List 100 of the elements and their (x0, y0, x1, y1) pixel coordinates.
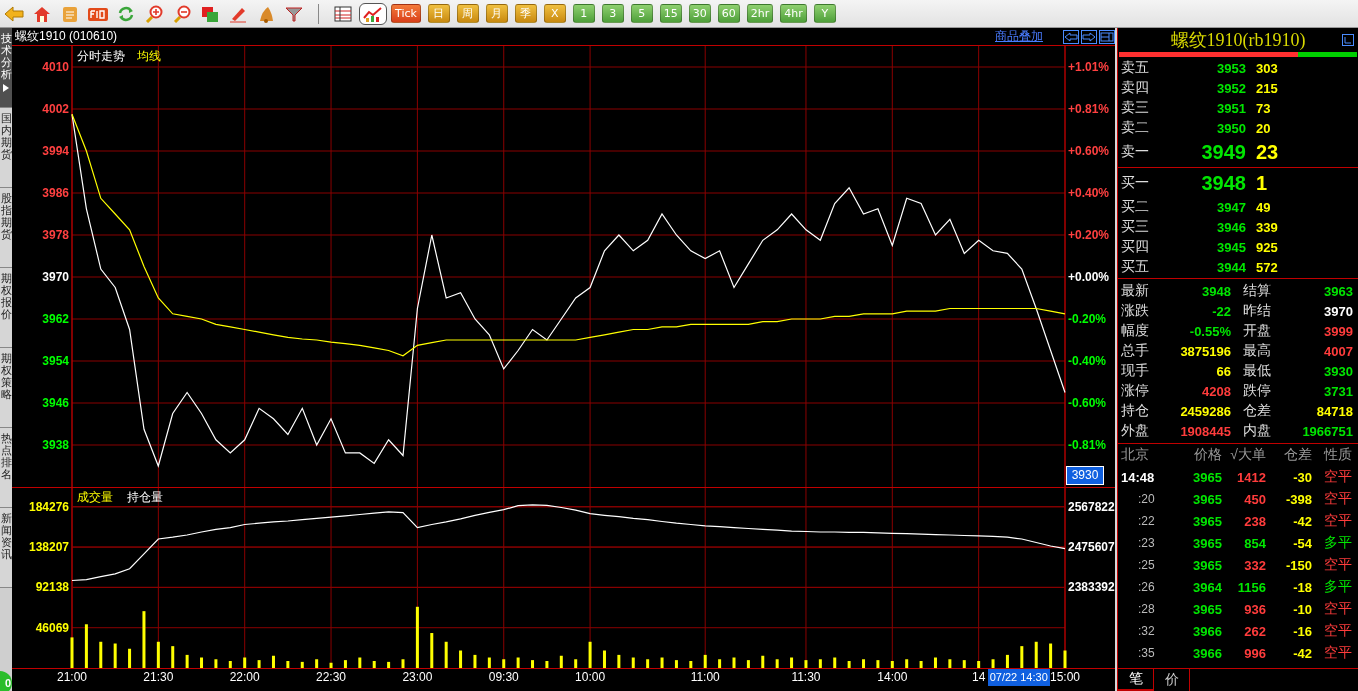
volume-bar (876, 660, 880, 668)
volume-bar (718, 659, 722, 668)
volume-bar (646, 659, 650, 668)
axis-label: 11:00 (690, 670, 720, 684)
order-label: 卖五 (1121, 59, 1150, 77)
axis-label: 46069 (35, 620, 69, 635)
side-tab[interactable]: 期权策略 (0, 348, 12, 428)
table-cell-text: 936 (1243, 601, 1266, 617)
axis-label: 15:00 (1050, 670, 1080, 684)
order-price: 3952 (1216, 80, 1246, 96)
order-price: 3945 (1216, 239, 1246, 255)
table-cell-text: :28 (1137, 602, 1156, 616)
period-button[interactable]: 1 (572, 4, 595, 23)
volume-bar (487, 657, 491, 668)
order-label: 卖一 (1121, 143, 1150, 161)
period-button[interactable]: 2hr (746, 4, 774, 23)
volume-bar (300, 661, 304, 668)
side-tab[interactable]: 股指期货 (0, 188, 12, 268)
order-volume: 572 (1255, 259, 1279, 275)
period-button[interactable]: 4hr (780, 4, 807, 23)
period-button[interactable]: 日 (427, 4, 450, 23)
stat-value: 3970 (1323, 303, 1353, 319)
volume-bar (689, 661, 693, 668)
volume-bar (1020, 646, 1024, 668)
volume-bar (200, 657, 203, 668)
trend-chart-icon[interactable] (359, 2, 387, 25)
right-arrow-icon[interactable] (1081, 29, 1097, 44)
overlay-link[interactable]: 商品叠加 (995, 28, 1043, 45)
volume-bar (243, 657, 247, 668)
volume-bar (502, 659, 506, 668)
stat-label: 最低 (1242, 362, 1272, 380)
table-cell-text: -42 (1292, 513, 1312, 529)
volume-bar (315, 659, 319, 668)
stat-value: 66 (1215, 363, 1231, 379)
stat-value: 84718 (1315, 403, 1353, 419)
side-tab[interactable]: 新闻资讯 (0, 508, 12, 588)
table-cell-text: 空平 (1323, 600, 1353, 618)
period-button[interactable]: 季 (514, 4, 537, 23)
table-cell-text: -30 (1292, 469, 1312, 485)
volume-bar (603, 650, 606, 668)
table-cell-text: 空平 (1323, 622, 1353, 640)
column-header: √大单 (1229, 446, 1266, 464)
volume-bar (531, 660, 534, 668)
table-cell-text: :25 (1137, 558, 1156, 572)
period-button[interactable]: 15 (659, 4, 682, 23)
period-button[interactable]: X (543, 4, 566, 23)
layout-icon[interactable] (1099, 29, 1115, 44)
volume-bar (617, 654, 621, 668)
side-tab[interactable]: 国内期货 (0, 108, 12, 188)
volume-bar (401, 659, 405, 668)
volume-bar (272, 655, 275, 668)
volume-bar (545, 661, 549, 668)
side-tab[interactable]: 技术分析 (0, 28, 12, 108)
order-volume: 925 (1255, 239, 1279, 255)
volume-bar (444, 641, 448, 668)
side-tab[interactable]: 热点排名 (0, 428, 12, 508)
tab[interactable]: 笔 (1118, 669, 1154, 691)
stat-label: 跌停 (1242, 382, 1272, 400)
axis-label: 3970 (42, 270, 69, 284)
axis-label: 14:00 (877, 670, 908, 684)
window-icon[interactable] (1342, 34, 1354, 46)
column-header: 北京 (1120, 446, 1150, 464)
volume-bar (991, 659, 995, 668)
order-label: 卖四 (1121, 79, 1150, 97)
left-arrow-icon[interactable] (1063, 29, 1079, 44)
status-badge[interactable]: 0 (0, 671, 12, 691)
period-button[interactable]: Tick (391, 4, 421, 23)
stat-label: 现手 (1121, 362, 1150, 380)
cursor-price-label: 3930 (1066, 466, 1104, 485)
order-price: 3948 (1200, 171, 1246, 195)
volume-bar (257, 660, 261, 668)
table-cell-text: -42 (1292, 645, 1312, 661)
stat-label: 仓差 (1242, 402, 1272, 420)
axis-label: -0.40% (1068, 354, 1107, 368)
stat-label: 外盘 (1121, 422, 1150, 440)
volume-bar (674, 660, 678, 668)
stat-label: 涨跌 (1121, 302, 1150, 320)
period-button[interactable]: 周 (456, 4, 479, 23)
table-cell-text: 3965 (1192, 557, 1222, 573)
volume-bar (1063, 650, 1067, 668)
side-tab[interactable]: 期权报价 (0, 268, 12, 348)
period-button[interactable]: Y (813, 4, 836, 23)
stat-label: 幅度 (1121, 322, 1150, 340)
stat-label: 涨停 (1121, 382, 1150, 400)
period-button[interactable]: 60 (717, 4, 740, 23)
period-button[interactable]: 3 (601, 4, 624, 23)
axis-label: 22:00 (229, 670, 260, 684)
period-button[interactable]: 5 (630, 4, 653, 23)
volume-bar (790, 657, 794, 668)
axis-label: 92138 (35, 580, 69, 595)
stat-value: 3930 (1323, 363, 1353, 379)
volume-bar (631, 657, 635, 668)
table-cell-text: 3965 (1192, 601, 1222, 617)
stat-value: -22 (1211, 303, 1231, 319)
period-button[interactable]: 月 (485, 4, 508, 23)
order-label: 卖三 (1121, 99, 1150, 117)
period-button[interactable]: 30 (688, 4, 711, 23)
table-cell-text: :35 (1137, 646, 1156, 660)
volume-bar (387, 661, 391, 668)
axis-label: +0.20% (1068, 228, 1110, 242)
